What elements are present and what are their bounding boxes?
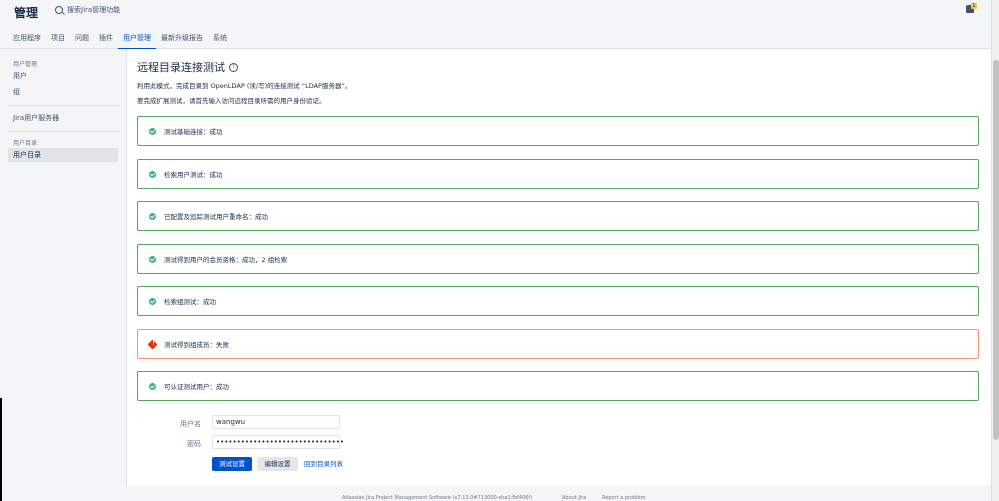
tab-system[interactable]: 系统 xyxy=(208,29,232,50)
test-result-group-members: 测试得到组成员：失败 xyxy=(137,329,979,359)
search-icon xyxy=(55,6,63,14)
footer: Atlassian Jira Project Management Softwa… xyxy=(0,486,991,501)
page-title-text: 远程目录连接测试 xyxy=(137,61,225,74)
success-icon xyxy=(149,170,156,178)
tab-applications[interactable]: 应用程序 xyxy=(8,29,46,50)
success-icon xyxy=(149,382,156,390)
test-result-authenticate-user: 可认证测试用户：成功 xyxy=(137,371,979,401)
sidebar-heading-user-directories: 用户目录 xyxy=(13,140,38,147)
description-extended: 要完成扩展测试，请首先输入访问远程目录所需的用户身份验证。 xyxy=(137,97,326,105)
tab-upgrade-report[interactable]: 最新升级报告 xyxy=(156,29,208,50)
username-label: 用户名 xyxy=(180,420,201,428)
tab-issues[interactable]: 问题 xyxy=(70,29,94,50)
notification-button[interactable]: 1 xyxy=(966,3,977,14)
tab-plugins[interactable]: 插件 xyxy=(94,29,118,50)
sidebar-item-jira-user-server[interactable]: Jira用户服务器 xyxy=(8,111,118,125)
test-result-text: 测试得到用户的会员资格：成功，2 组检索 xyxy=(164,256,288,264)
username-input[interactable]: wangwu xyxy=(212,415,340,429)
test-result-basic-connection: 测试基础连接：成功 xyxy=(137,116,979,146)
test-result-user-membership: 测试得到用户的会员资格：成功，2 组检索 xyxy=(137,244,979,274)
top-header: 管理 搜索Jira管理功能 1 应用程序 项目 问题 插件 用户管理 最新升级报… xyxy=(0,0,991,50)
page-title: 远程目录连接测试 ? xyxy=(137,59,238,75)
tab-user-management[interactable]: 用户管理 xyxy=(118,29,156,50)
main-content: 远程目录连接测试 ? 利用此模式，完成目录到 OpenLDAP (读/写)的连接… xyxy=(127,49,991,485)
test-settings-button[interactable]: 测试设置 xyxy=(212,457,252,471)
test-result-user-rename: 已配置及追踪测试用户重命名：成功 xyxy=(137,201,979,231)
success-icon xyxy=(149,255,156,263)
sidebar-divider xyxy=(8,131,120,132)
admin-search[interactable]: 搜索Jira管理功能 xyxy=(55,4,120,16)
scrollbar-thumb[interactable] xyxy=(993,60,999,440)
password-label: 密码 xyxy=(187,440,201,448)
test-result-retrieve-group: 检索组测试：成功 xyxy=(137,286,979,316)
sidebar-item-users[interactable]: 用户 xyxy=(8,69,118,83)
search-placeholder: 搜索Jira管理功能 xyxy=(67,6,121,14)
success-icon xyxy=(149,297,156,305)
footer-report-link[interactable]: Report a problem xyxy=(602,495,646,501)
test-result-text: 检索用户测试：成功 xyxy=(164,171,223,179)
tab-projects[interactable]: 项目 xyxy=(46,29,70,50)
test-result-text: 可认证测试用户：成功 xyxy=(164,383,229,391)
window-edge xyxy=(0,398,2,501)
page-header-title: 管理 xyxy=(14,6,39,20)
test-result-text: 已配置及追踪测试用户重命名：成功 xyxy=(164,213,268,221)
back-to-directory-list-link[interactable]: 回到目录列表 xyxy=(304,457,343,471)
notification-badge: 1 xyxy=(971,3,977,9)
admin-tabs: 应用程序 项目 问题 插件 用户管理 最新升级报告 系统 xyxy=(8,29,232,50)
password-input[interactable]: ••••••••••••••••••••••••••••••• xyxy=(212,435,344,449)
sidebar-heading-user-management: 用户管理 xyxy=(13,61,38,68)
test-result-text: 测试基础连接：成功 xyxy=(164,128,223,136)
success-icon xyxy=(149,212,156,220)
test-result-retrieve-user: 检索用户测试：成功 xyxy=(137,159,979,189)
test-result-text: 测试得到组成员：失败 xyxy=(164,341,229,349)
test-result-text: 检索组测试：成功 xyxy=(164,298,216,306)
sidebar-item-user-directories[interactable]: 用户目录 xyxy=(8,148,118,162)
sidebar-item-groups[interactable]: 组 xyxy=(8,85,118,99)
edit-settings-button[interactable]: 编辑设置 xyxy=(257,457,298,471)
help-icon[interactable]: ? xyxy=(229,62,238,72)
error-icon xyxy=(147,339,158,349)
sidebar: 用户管理 用户 组 Jira用户服务器 用户目录 用户目录 xyxy=(0,49,127,485)
footer-version: Atlassian Jira Project Management Softwa… xyxy=(342,495,533,501)
page-scrollbar[interactable] xyxy=(991,0,999,501)
success-icon xyxy=(149,127,156,135)
description-mode: 利用此模式，完成目录到 OpenLDAP (读/写)的连接测试 “LDAP服务器… xyxy=(137,82,352,90)
footer-about-link[interactable]: About Jira xyxy=(562,495,586,501)
sidebar-divider xyxy=(8,105,120,106)
